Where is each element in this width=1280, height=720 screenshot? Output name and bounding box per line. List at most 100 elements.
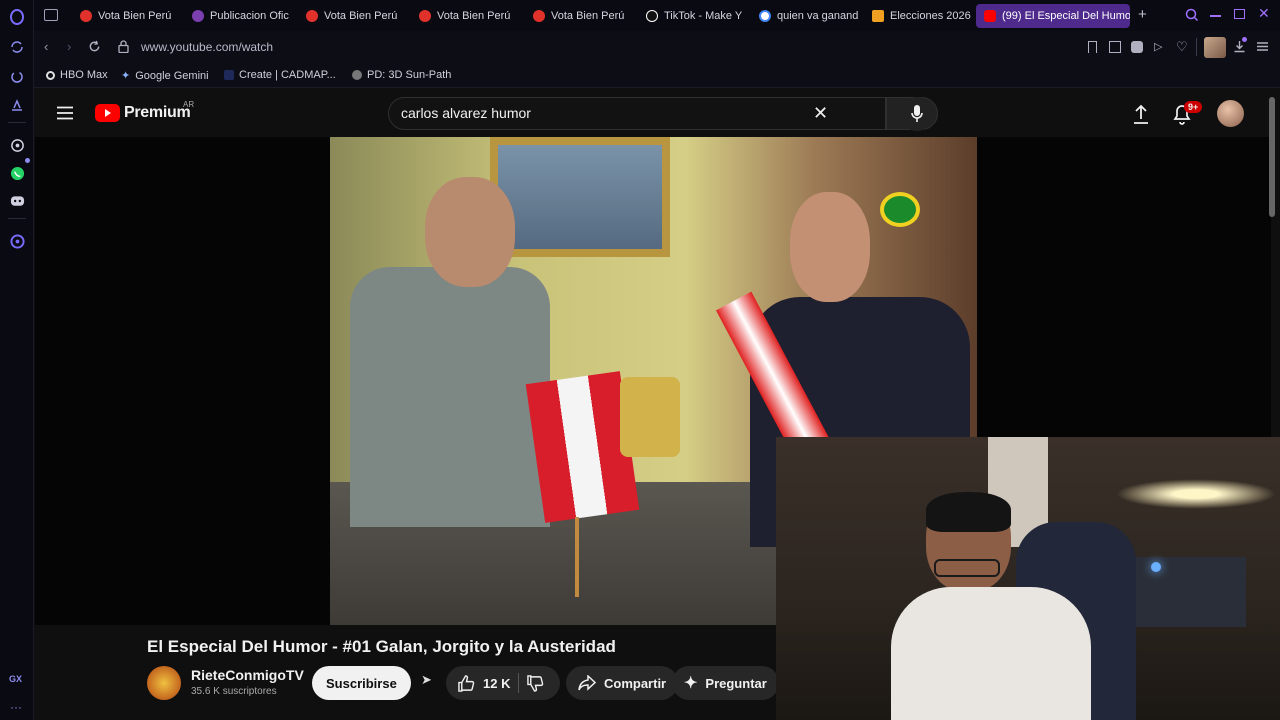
search-input[interactable] — [401, 105, 801, 121]
player-icon[interactable]: ▷ — [1154, 40, 1162, 53]
mouse-cursor: ➤ — [421, 672, 432, 687]
webcam-overlay — [776, 437, 1280, 720]
clear-search-icon[interactable]: ✕ — [813, 103, 828, 124]
like-divider — [518, 673, 520, 693]
portrait-painting — [490, 137, 670, 257]
like-button[interactable]: 12 K — [458, 674, 511, 692]
thumbs-down-icon[interactable] — [527, 674, 544, 692]
favicon-icon — [872, 10, 884, 22]
share-label: Compartir — [604, 675, 667, 691]
sparkle-icon: ✦ — [684, 675, 698, 692]
bookmark-label: Google Gemini — [135, 69, 209, 82]
lock-icon[interactable] — [118, 40, 129, 58]
tab-4[interactable]: Vota Bien Perú — [411, 4, 523, 28]
tab-5[interactable]: Vota Bien Perú — [525, 4, 637, 28]
opera-logo-icon[interactable] — [8, 8, 26, 26]
youtube-premium-logo[interactable]: Premium — [95, 104, 191, 122]
google-favicon-icon — [759, 10, 771, 22]
logo-text: Premium — [124, 104, 191, 121]
tab-active-youtube[interactable]: (99) El Especial Del Humor — [976, 4, 1130, 28]
upload-icon[interactable] — [1133, 104, 1149, 129]
workspaces-icon[interactable] — [44, 9, 58, 21]
tab-2[interactable]: Publicacion Ofic — [184, 4, 296, 28]
tab-1[interactable]: Vota Bien Perú — [72, 4, 184, 28]
forward-icon[interactable]: › — [67, 39, 71, 54]
gemini-icon: ✦ — [121, 70, 131, 82]
subscribe-button[interactable]: Suscribirse — [312, 666, 411, 700]
download-badge — [1242, 37, 1247, 42]
chatgpt-icon[interactable] — [8, 136, 26, 154]
tab-8[interactable]: Elecciones 2026 — [864, 4, 972, 28]
search-box[interactable]: ✕ — [388, 97, 886, 130]
opera-sidebar: GX ··· — [0, 0, 34, 720]
bookmark-hbo-max[interactable]: HBO Max — [46, 69, 108, 81]
man-left-figure — [350, 267, 550, 527]
discord-icon[interactable] — [8, 192, 26, 210]
rail-divider — [8, 218, 26, 219]
like-dislike-group: 12 K — [446, 666, 560, 700]
bookmark-cadmap[interactable]: Create | CADMAP... — [224, 69, 336, 81]
telephone — [620, 377, 680, 457]
new-tab-icon[interactable]: + — [1138, 6, 1147, 23]
close-window-icon[interactable]: ✕ — [1258, 5, 1270, 22]
pin-icon[interactable] — [1088, 41, 1097, 53]
heart-icon[interactable]: ♡ — [1176, 39, 1188, 55]
favicon-icon — [306, 10, 318, 22]
minimize-icon[interactable] — [1210, 15, 1221, 17]
share-button[interactable]: Compartir — [566, 666, 679, 700]
download-icon[interactable] — [1233, 40, 1246, 58]
channel-name[interactable]: RieteConmigoTV — [191, 667, 304, 683]
ask-button[interactable]: ✦ Preguntar — [672, 666, 779, 700]
tab-7[interactable]: quien va ganand — [751, 4, 863, 28]
more-icon[interactable]: ··· — [10, 700, 22, 714]
tab-3[interactable]: Vota Bien Perú — [298, 4, 410, 28]
search-tabs-icon[interactable] — [1185, 8, 1199, 27]
tab-label: Elecciones 2026 — [890, 10, 971, 22]
streamer-hair — [926, 492, 1011, 532]
rail-divider — [8, 122, 26, 123]
bookmark-3d-sun-path[interactable]: PD: 3D Sun-Path — [352, 69, 451, 81]
video-title: El Especial Del Humor - #01 Galan, Jorgi… — [147, 637, 616, 656]
subscriber-count: 35.6 K suscriptores — [191, 686, 277, 697]
bookmark-label: Create | CADMAP... — [239, 69, 336, 81]
menu-icon[interactable] — [57, 106, 73, 125]
snapshot-icon[interactable] — [1109, 41, 1121, 53]
reload-icon[interactable] — [88, 40, 101, 58]
page-scrollbar[interactable] — [1269, 97, 1275, 217]
streamer-glasses — [934, 559, 1000, 577]
tab-strip: Vota Bien Perú Publicacion Ofic Vota Bie… — [34, 0, 1280, 31]
favicon-icon — [533, 10, 545, 22]
whatsapp-notification-dot — [25, 158, 30, 163]
country-code: AR — [183, 100, 195, 109]
channel-avatar[interactable] — [147, 666, 181, 700]
youtube-favicon-icon — [984, 10, 996, 22]
tab-label: Publicacion Ofic — [210, 10, 289, 22]
profile-avatar[interactable] — [1204, 37, 1226, 58]
gx-label: GX — [9, 674, 23, 684]
easy-setup-icon[interactable] — [1256, 40, 1269, 58]
man-left-head — [425, 177, 515, 287]
address-bar-row: ‹ › www.youtube.com/watch ▷ ♡ — [34, 31, 1280, 64]
flag-pole — [575, 517, 579, 597]
restore-icon[interactable] — [1234, 9, 1245, 19]
tiktok-favicon-icon — [646, 10, 658, 22]
account-avatar[interactable] — [1217, 100, 1244, 127]
voice-search-button[interactable] — [900, 97, 934, 131]
bookmark-google-gemini[interactable]: ✦ Google Gemini — [121, 69, 209, 83]
tv-logo-icon — [880, 192, 920, 227]
like-count: 12 K — [483, 675, 511, 691]
tab-6[interactable]: TikTok - Make Y — [638, 4, 750, 28]
music-player-icon[interactable] — [8, 232, 26, 250]
url-field[interactable]: www.youtube.com/watch — [141, 40, 273, 54]
youtube-logo-icon — [95, 104, 120, 122]
gx-corner-icon[interactable] — [8, 96, 26, 114]
whatsapp-icon[interactable] — [8, 164, 26, 182]
tab-label: (99) El Especial Del Humor — [1002, 10, 1130, 22]
bookmark-label: PD: 3D Sun-Path — [367, 69, 452, 81]
back-icon[interactable]: ‹ — [44, 39, 48, 54]
shield-icon[interactable] — [1131, 41, 1143, 53]
cadmap-icon — [224, 70, 234, 80]
refresh-sync-icon[interactable] — [8, 38, 26, 56]
gx-control-icon[interactable] — [8, 68, 26, 86]
blue-light — [1151, 562, 1161, 572]
